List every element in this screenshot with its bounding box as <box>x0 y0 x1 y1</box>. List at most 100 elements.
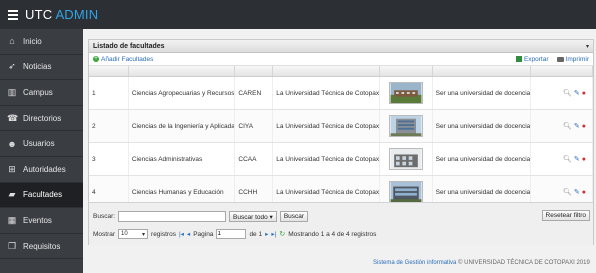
files-icon: ❐ <box>7 240 17 251</box>
sidebar-item-label: Noticias <box>23 62 52 72</box>
refresh-icon[interactable]: ↻ <box>279 230 285 238</box>
table-body: 1 Ciencias Agropecuarias y Recursos... C… <box>89 77 593 209</box>
faculty-name: Ciencias Agropecuarias y Recursos... <box>129 77 236 109</box>
column-header[interactable] <box>380 66 433 76</box>
search-label: Buscar: <box>93 213 116 220</box>
add-faculty-label: Añadir Facultades <box>101 55 154 63</box>
system-name-link[interactable]: Sistema de Gestión informativa <box>373 260 456 266</box>
row-number: 1 <box>89 77 129 109</box>
chevron-down-icon: ▾ <box>142 231 146 238</box>
add-faculty-button[interactable]: + Añadir Facultades <box>93 56 153 63</box>
view-icon[interactable]: 🔍︎ <box>563 90 572 97</box>
home-icon: ⌂ <box>9 36 15 47</box>
faculty-photo <box>388 115 423 137</box>
edit-icon[interactable]: ✎ <box>574 156 580 163</box>
table-row[interactable]: 1 Ciencias Agropecuarias y Recursos... C… <box>89 77 593 110</box>
grid-panel: Listado de facultades ▾ + Añadir Faculta… <box>88 39 594 245</box>
view-icon[interactable]: 🔍︎ <box>563 123 572 130</box>
delete-icon[interactable]: ● <box>582 90 586 97</box>
page-size-select[interactable]: 10 ▾ <box>118 229 149 239</box>
column-header[interactable] <box>433 66 532 76</box>
first-page-icon[interactable]: |◂ <box>179 230 184 238</box>
delete-icon[interactable]: ● <box>582 156 586 163</box>
image-cell <box>380 77 433 109</box>
sidebar-item-directorios[interactable]: ☎ Directorios <box>0 106 83 132</box>
column-header[interactable] <box>235 66 274 76</box>
sidebar-item-autoridades[interactable]: ⊞ Autoridades <box>0 157 83 183</box>
faculty-acronym: CCAA <box>235 143 274 175</box>
row-number: 3 <box>89 143 129 175</box>
records-status: Mostrando 1 a 4 de 4 registros <box>288 230 377 238</box>
view-icon[interactable]: 🔍︎ <box>563 156 572 163</box>
faculty-mission: Ser una universidad de docencia... <box>433 143 532 175</box>
sidebar-item-eventos[interactable]: ▦ Eventos <box>0 208 83 234</box>
sidebar-item-label: Facultades <box>23 190 63 200</box>
search-scope-dropdown[interactable]: Buscar todo ▾ <box>229 211 277 222</box>
row-actions: 🔍︎ ✎ ● <box>531 110 593 142</box>
plus-icon: + <box>93 56 99 62</box>
calendar-icon: ▦ <box>7 214 17 225</box>
sidebar-item-label: Inicio <box>23 36 42 46</box>
image-cell <box>380 110 433 142</box>
show-label: Mostrar <box>93 230 116 238</box>
sidebar-item-noticias[interactable]: ➶ Noticias <box>0 55 83 81</box>
search-input[interactable] <box>118 211 227 222</box>
page-number-input[interactable] <box>216 229 247 239</box>
next-page-icon[interactable]: ▸ <box>265 230 268 238</box>
last-page-icon[interactable]: ▸| <box>271 230 276 238</box>
column-header <box>531 66 593 76</box>
faculty-acronym: CAREN <box>235 77 274 109</box>
row-actions: 🔍︎ ✎ ● <box>531 77 593 109</box>
print-label: Imprimir <box>565 55 589 63</box>
search-button[interactable]: Buscar <box>279 211 309 222</box>
table-row[interactable]: 3 Ciencias Administrativas CCAA La Unive… <box>89 143 593 176</box>
sidebar-item-label: Autoridades <box>23 164 66 174</box>
brand-accent: ADMIN <box>55 7 99 22</box>
delete-icon[interactable]: ● <box>582 123 586 130</box>
faculty-description: La Universidad Técnica de Cotopaxi,... <box>273 110 380 142</box>
panel-header: Listado de facultades ▾ <box>89 40 593 53</box>
brand-logo[interactable]: UTC ADMIN <box>25 7 98 22</box>
edit-icon[interactable]: ✎ <box>574 189 580 196</box>
page-size-value: 10 <box>121 231 128 237</box>
reset-filter-button[interactable]: Resetear filtro <box>541 210 590 221</box>
search-bar: Buscar: Buscar todo ▾ Buscar Resetear fi… <box>93 210 593 223</box>
grid-toolbar: + Añadir Facultades Exportar Imprimir <box>89 53 593 66</box>
print-icon <box>556 56 564 62</box>
faculty-description: La Universidad Técnica de Cotopaxi,... <box>273 143 380 175</box>
sidebar-item-inicio[interactable]: ⌂ Inicio <box>0 29 83 55</box>
sidebar-item-requisitos[interactable]: ❐ Requisitos <box>0 234 83 260</box>
hamburger-menu-icon[interactable] <box>8 9 18 20</box>
brand-prefix: UTC <box>25 7 53 22</box>
main-content: Listado de facultades ▾ + Añadir Faculta… <box>83 29 596 273</box>
faculty-photo <box>388 148 423 170</box>
prev-page-icon[interactable]: ◂ <box>187 230 190 238</box>
delete-icon[interactable]: ● <box>582 189 586 196</box>
phone-icon: ☎ <box>7 112 19 123</box>
row-actions: 🔍︎ ✎ ● <box>531 143 593 175</box>
table-row[interactable]: 2 Ciencias de la Ingeniería y Aplicadas … <box>89 110 593 143</box>
footer-copyright: Sistema de Gestión informativa © UNIVERS… <box>373 260 590 266</box>
print-button[interactable]: Imprimir <box>556 55 589 63</box>
column-header[interactable] <box>89 66 129 76</box>
faculty-name: Ciencias de la Ingeniería y Aplicadas <box>129 110 236 142</box>
column-header[interactable] <box>129 66 236 76</box>
edit-icon[interactable]: ✎ <box>574 90 580 97</box>
sidebar-item-campus[interactable]: ▥ Campus <box>0 80 83 106</box>
sidebar-item-usuarios[interactable]: ☻ Usuarios <box>0 131 83 157</box>
page-label: Pagina <box>193 230 214 238</box>
copyright-text: © UNIVERSIDAD TÉCNICA DE COTOPAXI 2019 <box>458 260 590 266</box>
view-icon[interactable]: 🔍︎ <box>563 189 572 196</box>
collapse-icon[interactable]: ▾ <box>586 43 589 50</box>
faculty-acronym: CIYA <box>235 110 274 142</box>
edit-icon[interactable]: ✎ <box>574 123 580 130</box>
bank-icon: ▥ <box>7 86 17 97</box>
sidebar-item-facultades[interactable]: ▰ Facultades <box>0 182 83 209</box>
grid-footer: Buscar: Buscar todo ▾ Buscar Resetear fi… <box>89 202 593 245</box>
column-header[interactable] <box>273 66 380 76</box>
export-button[interactable]: Exportar <box>515 56 549 63</box>
image-cell <box>380 143 433 175</box>
row-number: 2 <box>89 110 129 142</box>
sitemap-icon: ⊞ <box>8 163 16 174</box>
sidebar-item-label: Directorios <box>23 113 62 123</box>
